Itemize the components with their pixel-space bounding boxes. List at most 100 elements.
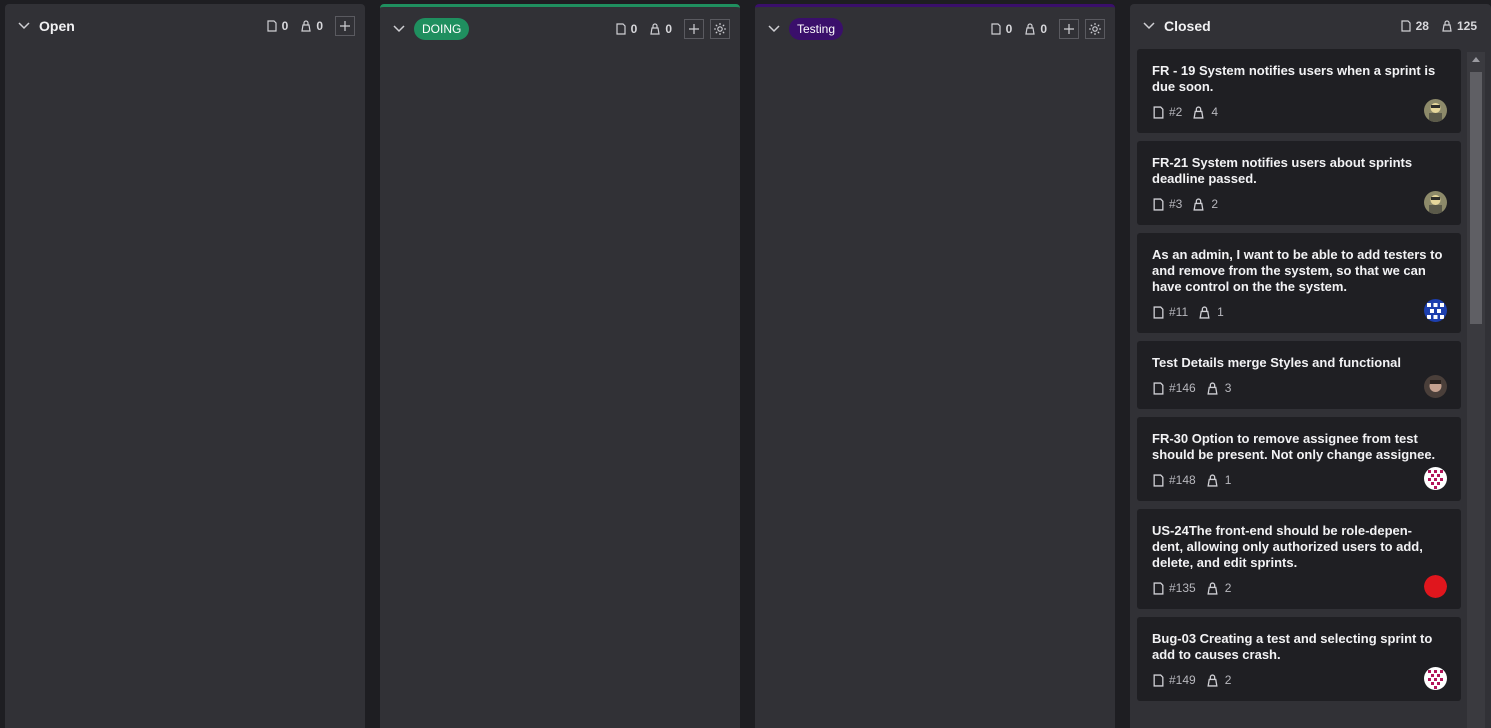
bag-icon — [1206, 381, 1219, 395]
avatar[interactable] — [1424, 299, 1447, 322]
column-testing: Testing 0 0 — [755, 4, 1115, 728]
issue-count: 0 — [1024, 22, 1047, 36]
column-open: Open 0 0 — [5, 4, 365, 728]
card-count: 1 — [1224, 473, 1232, 487]
bag-icon — [1206, 673, 1219, 687]
gear-icon — [714, 23, 726, 35]
card-count: 1 — [1217, 305, 1224, 319]
column-header: DOING 0 0 — [380, 7, 740, 51]
task-count: 0 — [990, 22, 1012, 36]
plus-icon — [1064, 24, 1074, 34]
task-count: 0 — [615, 22, 637, 36]
card-meta: #135 2 — [1152, 577, 1447, 599]
card-meta: #149 2 — [1152, 669, 1447, 691]
task-card[interactable]: US-24The front-end should be role-depen-… — [1137, 509, 1461, 609]
task-card[interactable]: As an admin, I want to be able to add te… — [1137, 233, 1461, 333]
card-title: Bug-03 Creating a test and selecting spr… — [1152, 631, 1433, 662]
chevron-down-icon[interactable] — [17, 19, 31, 33]
scroll-up-arrow-icon[interactable] — [1467, 52, 1485, 66]
column-closed: Closed 28 125 FR - 19 System notifies us… — [1130, 4, 1491, 728]
card-number: #149 — [1169, 673, 1196, 687]
column-stats: 0 0 — [615, 19, 730, 39]
task-icon — [991, 23, 1001, 35]
card-count: 3 — [1224, 381, 1232, 395]
task-card[interactable]: FR-21 System notifies users about sprint… — [1137, 141, 1461, 225]
task-icon — [616, 23, 626, 35]
chevron-down-icon[interactable] — [767, 22, 781, 36]
card-number: #11 — [1169, 305, 1189, 319]
avatar[interactable] — [1424, 575, 1447, 598]
bag-icon — [1442, 20, 1452, 32]
card-meta: #3 2 — [1152, 193, 1447, 215]
card-title: FR-30 Option to remove assignee from tes… — [1152, 431, 1436, 462]
card-title: Test Details merge Styles and functional — [1152, 355, 1401, 370]
column-stats: 0 0 — [990, 19, 1105, 39]
task-icon — [1153, 381, 1164, 395]
card-count: 4 — [1211, 105, 1219, 119]
column-header: Testing 0 0 — [755, 7, 1115, 51]
task-icon — [1153, 305, 1164, 319]
bag-icon — [301, 20, 312, 32]
column-stats: 28 125 — [1400, 19, 1477, 33]
scroll-thumb[interactable] — [1470, 72, 1482, 324]
card-number: #135 — [1169, 581, 1196, 595]
avatar[interactable] — [1424, 467, 1447, 490]
card-meta: #146 3 — [1152, 377, 1447, 399]
add-button[interactable] — [335, 16, 355, 36]
card-title: FR - 19 System notifies users when a spr… — [1152, 63, 1436, 94]
plus-icon — [689, 24, 699, 34]
card-list: FR - 19 System notifies users when a spr… — [1137, 49, 1461, 728]
bag-icon — [1192, 197, 1205, 211]
column-title: Testing — [789, 18, 844, 40]
task-card[interactable]: FR - 19 System notifies users when a spr… — [1137, 49, 1461, 133]
card-number: #146 — [1169, 381, 1196, 395]
chevron-down-icon[interactable] — [392, 22, 406, 36]
bag-icon — [1025, 23, 1036, 35]
card-count: 2 — [1211, 197, 1219, 211]
card-meta: #11 1 — [1152, 301, 1447, 323]
settings-button[interactable] — [1085, 19, 1105, 39]
card-title: As an admin, I want to be able to add te… — [1152, 247, 1443, 294]
task-card[interactable]: Bug-03 Creating a test and selecting spr… — [1137, 617, 1461, 701]
add-button[interactable] — [1059, 19, 1079, 39]
chevron-down-icon[interactable] — [1142, 19, 1156, 33]
scrollbar[interactable] — [1467, 52, 1485, 728]
task-count: 0 — [266, 19, 288, 33]
task-icon — [1153, 473, 1164, 487]
bag-icon — [1192, 105, 1205, 119]
task-icon — [1153, 581, 1164, 595]
task-count: 28 — [1400, 19, 1429, 33]
task-icon — [267, 20, 277, 32]
card-count: 2 — [1224, 581, 1232, 595]
settings-button[interactable] — [710, 19, 730, 39]
card-number: #3 — [1169, 197, 1183, 211]
avatar[interactable] — [1424, 191, 1447, 214]
card-meta: #148 1 — [1152, 469, 1447, 491]
issue-count: 0 — [300, 19, 323, 33]
bag-icon — [1206, 473, 1219, 487]
card-number: #148 — [1169, 473, 1196, 487]
column-header: Open 0 0 — [5, 4, 365, 48]
column-title: Open — [39, 18, 75, 34]
column-title: Closed — [1164, 18, 1211, 34]
column-title: DOING — [414, 18, 470, 40]
bag-icon — [650, 23, 661, 35]
task-icon — [1153, 673, 1164, 687]
avatar[interactable] — [1424, 99, 1447, 122]
column-header: Closed 28 125 — [1130, 4, 1491, 48]
task-card[interactable]: FR-30 Option to remove assignee from tes… — [1137, 417, 1461, 501]
bag-icon — [1198, 305, 1211, 319]
bag-icon — [1206, 581, 1219, 595]
card-title: FR-21 System notifies users about sprint… — [1152, 155, 1413, 186]
card-title: US-24The front-end should be role-depen-… — [1152, 523, 1423, 570]
card-meta: #2 4 — [1152, 101, 1447, 123]
gear-icon — [1089, 23, 1101, 35]
issue-count: 125 — [1441, 19, 1477, 33]
column-doing: DOING 0 0 — [380, 4, 740, 728]
avatar[interactable] — [1424, 667, 1447, 690]
task-icon — [1401, 20, 1411, 32]
task-card[interactable]: Test Details merge Styles and functional… — [1137, 341, 1461, 409]
card-number: #2 — [1169, 105, 1183, 119]
avatar[interactable] — [1424, 375, 1447, 398]
add-button[interactable] — [684, 19, 704, 39]
